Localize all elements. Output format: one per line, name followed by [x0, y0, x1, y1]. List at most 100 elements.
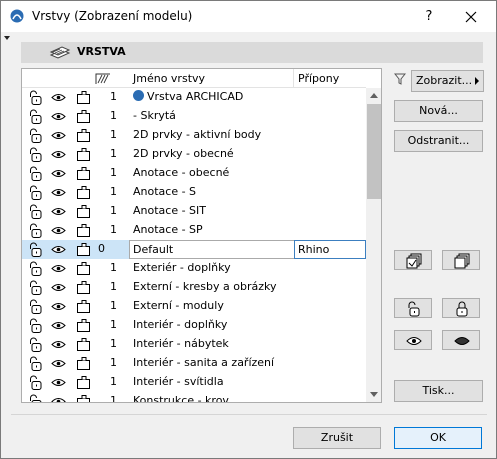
eye-icon[interactable]	[51, 280, 66, 295]
table-row[interactable]: 1 Exteriér - doplňky	[22, 259, 366, 278]
unlocked-icon[interactable]	[28, 242, 43, 257]
vertical-scrollbar[interactable]	[366, 88, 381, 402]
intersection-group-value[interactable]: 1	[107, 356, 117, 369]
intersection-group-value[interactable]: 1	[107, 299, 117, 312]
unlocked-icon[interactable]	[28, 204, 43, 219]
show-all-button[interactable]	[394, 330, 432, 350]
eye-icon[interactable]	[51, 375, 66, 390]
eye-icon[interactable]	[51, 337, 66, 352]
print-button[interactable]: Tisk...	[394, 380, 483, 402]
layer-name-input[interactable]: Default	[129, 240, 295, 259]
wireframe-mode-icon[interactable]	[76, 185, 91, 200]
intersection-group-value[interactable]: 1	[107, 337, 117, 350]
table-row[interactable]: 1 Anotace - SIT	[22, 202, 366, 221]
duplicate-layers-button[interactable]	[442, 250, 480, 270]
eye-icon[interactable]	[51, 356, 66, 371]
merge-layers-button[interactable]	[394, 250, 432, 270]
table-row[interactable]: 1 2D prvky - aktivní body	[22, 126, 366, 145]
intersection-icon[interactable]	[95, 72, 111, 85]
intersection-group-value[interactable]: 1	[107, 166, 117, 179]
wireframe-mode-icon[interactable]	[76, 337, 91, 352]
wireframe-mode-icon[interactable]	[76, 90, 91, 105]
scroll-thumb[interactable]	[367, 104, 381, 199]
wireframe-mode-icon[interactable]	[76, 356, 91, 371]
intersection-group-value[interactable]: 1	[107, 394, 117, 402]
lock-all-button[interactable]	[442, 298, 480, 318]
eye-icon[interactable]	[51, 299, 66, 314]
layers-list[interactable]: Jméno vrstvy ▲ Přípony 1Vrstva ARCHICAD1…	[21, 68, 382, 403]
unlocked-icon[interactable]	[28, 128, 43, 143]
wireframe-mode-icon[interactable]	[76, 261, 91, 276]
intersection-group-value[interactable]: 1	[107, 147, 117, 160]
ok-button[interactable]: OK	[394, 427, 482, 449]
delete-layer-button[interactable]: Odstranit...	[394, 130, 483, 152]
cancel-button[interactable]: Zrušit	[293, 427, 381, 449]
unlocked-icon[interactable]	[28, 375, 43, 390]
unlocked-icon[interactable]	[28, 223, 43, 238]
eye-icon[interactable]	[51, 394, 66, 402]
table-row[interactable]: 1 Vrstva ARCHICAD	[22, 88, 366, 107]
unlocked-icon[interactable]	[28, 185, 43, 200]
unlocked-icon[interactable]	[28, 109, 43, 124]
wireframe-mode-icon[interactable]	[76, 223, 91, 238]
help-button[interactable]: ?	[417, 7, 441, 27]
wireframe-mode-icon[interactable]	[76, 147, 91, 162]
unlocked-icon[interactable]	[28, 166, 43, 181]
table-row[interactable]: 1 Interiér - sanita a zařízení	[22, 354, 366, 373]
column-name-header[interactable]: Jméno vrstvy ▲	[129, 69, 294, 88]
collapse-triangle-icon[interactable]	[4, 36, 10, 40]
unlocked-icon[interactable]	[28, 90, 43, 105]
table-row[interactable]: 1 Externí - kresby a obrázky	[22, 278, 366, 297]
table-row[interactable]: 1 Konstrukce - krov	[22, 392, 366, 402]
intersection-group-value[interactable]: 1	[107, 185, 117, 198]
eye-icon[interactable]	[51, 128, 66, 143]
eye-icon[interactable]	[51, 261, 66, 276]
table-row[interactable]: 1 Externí - moduly	[22, 297, 366, 316]
eye-icon[interactable]	[51, 166, 66, 181]
intersection-group-value[interactable]: 1	[107, 375, 117, 388]
table-row[interactable]: 0 Default Rhino	[22, 240, 366, 259]
unlocked-icon[interactable]	[28, 394, 43, 402]
intersection-group-value[interactable]: 1	[107, 261, 117, 274]
unlocked-icon[interactable]	[28, 356, 43, 371]
column-suffix-header[interactable]: Přípony	[294, 69, 366, 88]
layer-suffix-input[interactable]: Rhino	[294, 240, 366, 259]
table-row[interactable]: 1 Anotace - S	[22, 183, 366, 202]
intersection-group-value[interactable]: 1	[107, 280, 117, 293]
table-row[interactable]: 1 - Skrytá	[22, 107, 366, 126]
hide-all-button[interactable]	[442, 330, 480, 350]
intersection-group-value[interactable]: 1	[107, 318, 117, 331]
eye-icon[interactable]	[51, 90, 66, 105]
intersection-group-value[interactable]: 1	[107, 204, 117, 217]
close-button[interactable]	[459, 7, 483, 27]
eye-icon[interactable]	[51, 318, 66, 333]
wireframe-mode-icon[interactable]	[76, 242, 91, 257]
table-row[interactable]: 1 Interiér - nábytek	[22, 335, 366, 354]
intersection-group-value[interactable]: 0	[98, 242, 108, 255]
wireframe-mode-icon[interactable]	[76, 299, 91, 314]
unlocked-icon[interactable]	[28, 261, 43, 276]
filter-button[interactable]: Zobrazit...	[411, 70, 484, 92]
table-row[interactable]: 1 2D prvky - obecné	[22, 145, 366, 164]
eye-icon[interactable]	[51, 204, 66, 219]
unlocked-icon[interactable]	[28, 299, 43, 314]
eye-icon[interactable]	[51, 147, 66, 162]
scroll-down-icon[interactable]	[370, 392, 378, 397]
wireframe-mode-icon[interactable]	[76, 128, 91, 143]
scroll-up-icon[interactable]	[370, 93, 378, 98]
unlock-all-button[interactable]	[394, 298, 432, 318]
intersection-group-value[interactable]: 1	[107, 128, 117, 141]
wireframe-mode-icon[interactable]	[76, 109, 91, 124]
eye-icon[interactable]	[51, 223, 66, 238]
table-row[interactable]: 1 Anotace - SP	[22, 221, 366, 240]
wireframe-mode-icon[interactable]	[76, 375, 91, 390]
eye-icon[interactable]	[51, 185, 66, 200]
unlocked-icon[interactable]	[28, 337, 43, 352]
intersection-group-value[interactable]: 1	[107, 109, 117, 122]
unlocked-icon[interactable]	[28, 147, 43, 162]
wireframe-mode-icon[interactable]	[76, 166, 91, 181]
unlocked-icon[interactable]	[28, 280, 43, 295]
intersection-group-value[interactable]: 1	[107, 90, 117, 103]
new-layer-button[interactable]: Nová...	[394, 100, 483, 122]
table-row[interactable]: 1 Interiér - doplňky	[22, 316, 366, 335]
